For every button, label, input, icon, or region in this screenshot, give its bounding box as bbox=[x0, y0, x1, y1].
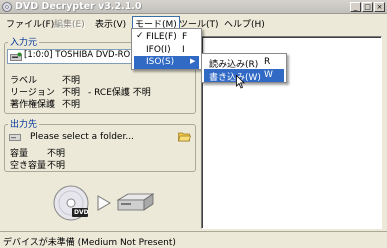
mode-menu-ifo-key: I bbox=[182, 45, 185, 55]
window-title: DVD Decrypter v3.2.1.0 bbox=[15, 1, 142, 12]
iso-write-key: W bbox=[264, 70, 273, 80]
disc-badge: DVD bbox=[74, 209, 89, 216]
minimize-button[interactable]: _ bbox=[350, 2, 361, 12]
free-space-value: 不明 bbox=[47, 161, 66, 171]
status-bar: デバイスが未準備 (Medium Not Present) bbox=[0, 231, 387, 248]
menu-view[interactable]: 表示(V) bbox=[92, 16, 129, 30]
submenu-arrow-icon: ▶ bbox=[190, 57, 196, 65]
iso-write-label: 書き込み(W) bbox=[209, 73, 261, 83]
hard-drive-icon bbox=[116, 193, 155, 211]
menu-file[interactable]: ファイル(F) bbox=[3, 16, 57, 30]
checkmark-icon: ✓ bbox=[136, 31, 144, 41]
cd-drive-icon bbox=[10, 52, 22, 62]
mode-menu-file-key: F bbox=[182, 32, 188, 42]
drive-icon bbox=[9, 133, 21, 142]
menu-help[interactable]: ヘルプ(H) bbox=[221, 16, 268, 30]
iso-read-item[interactable]: 読み込み(R) R bbox=[204, 56, 284, 70]
copyright-value: 不明 bbox=[62, 100, 81, 110]
destination-group-title: 出力先 bbox=[8, 117, 40, 130]
free-space-key: 空き容量 bbox=[10, 161, 47, 171]
copyright-key: 著作権保護 bbox=[10, 100, 56, 110]
mode-menu-iso[interactable]: ISO(S) ▶ bbox=[134, 56, 199, 69]
app-icon bbox=[2, 2, 12, 12]
folder-open-icon bbox=[178, 132, 191, 142]
close-button[interactable]: × bbox=[374, 2, 385, 12]
maximize-button[interactable]: □ bbox=[362, 2, 373, 12]
mode-menu: ✓ FILE(F) F IFO(I) I ISO(S) ▶ bbox=[131, 28, 202, 70]
mode-menu-file[interactable]: ✓ FILE(F) F bbox=[134, 31, 199, 44]
menu-edit[interactable]: 編集(E) bbox=[51, 16, 88, 30]
mode-menu-iso-label: ISO(S) bbox=[146, 57, 175, 67]
mode-menu-ifo-label: IFO(I) bbox=[146, 45, 171, 55]
browse-folder-button[interactable] bbox=[178, 131, 191, 142]
mode-menu-file-label: FILE(F) bbox=[146, 32, 177, 42]
folder-path[interactable]: Please select a folder... bbox=[30, 132, 134, 142]
rce-text: - RCE保護 不明 bbox=[88, 88, 151, 98]
decrypt-button[interactable]: DVD bbox=[52, 184, 156, 222]
status-text: デバイスが未準備 (Medium Not Present) bbox=[3, 238, 176, 248]
arrow-right-icon bbox=[97, 195, 111, 211]
title-bar[interactable]: DVD Decrypter v3.2.1.0 _ □ × bbox=[0, 0, 387, 14]
source-group-title: 入力元 bbox=[8, 35, 40, 48]
drive-select-value: [1:0:0] TOSHIBA DVD-ROM bbox=[24, 50, 138, 60]
mouse-cursor-icon bbox=[236, 74, 246, 89]
iso-read-key: R bbox=[264, 57, 271, 67]
